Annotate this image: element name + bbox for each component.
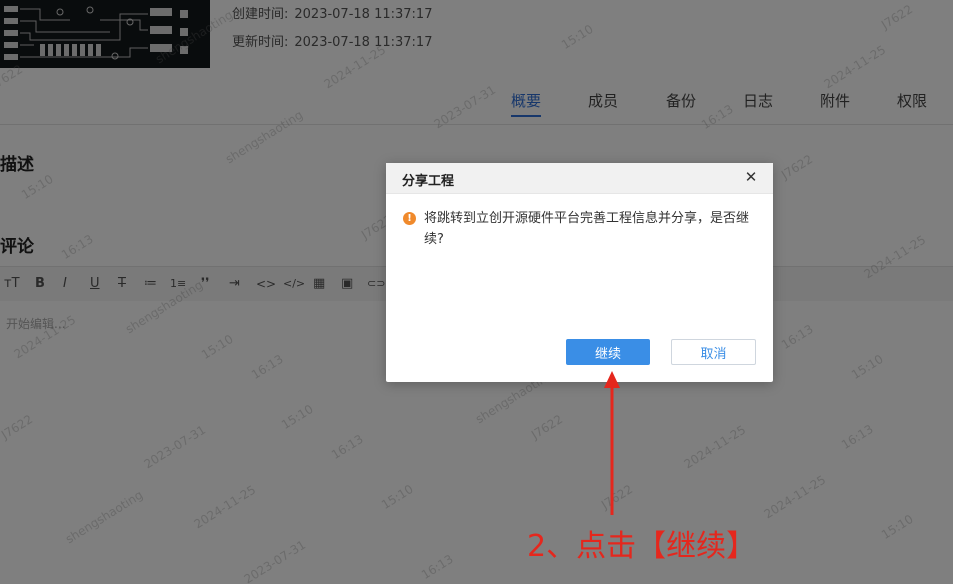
- dialog-header: 分享工程 ✕: [386, 163, 773, 194]
- close-icon[interactable]: ✕: [743, 169, 759, 185]
- continue-button[interactable]: 继续: [566, 339, 650, 365]
- dialog-message: 将跳转到立创开源硬件平台完善工程信息并分享，是否继续?: [424, 211, 750, 247]
- warning-icon: !: [403, 212, 416, 225]
- cancel-button[interactable]: 取消: [671, 339, 756, 365]
- share-project-dialog: 分享工程 ✕ ! 将跳转到立创开源硬件平台完善工程信息并分享，是否继续? 继续 …: [386, 163, 773, 382]
- dialog-title: 分享工程: [402, 174, 455, 189]
